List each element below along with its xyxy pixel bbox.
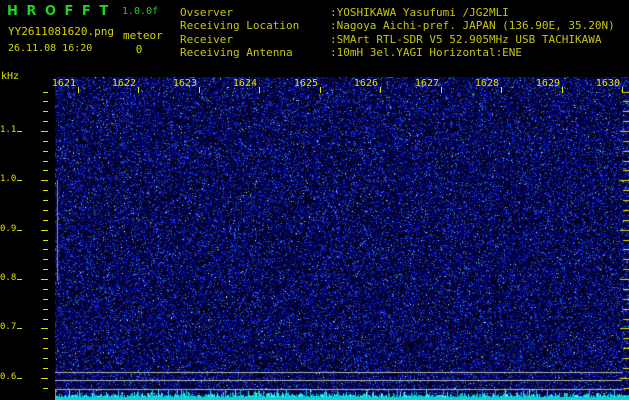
info-value: :10mH 3el.YAGI Horizontal:ENE — [330, 46, 523, 60]
time-axis-label: 1629 — [535, 78, 560, 89]
output-filename: YY2611081620.png — [8, 25, 114, 38]
freq-minor-tick — [43, 358, 48, 359]
freq-minor-tick — [43, 269, 48, 270]
time-axis-tick — [320, 87, 321, 93]
info-row: Receiving Location :Nagoya Aichi-pref. JA… — [180, 19, 615, 32]
time-axis-tick — [562, 87, 563, 93]
time-axis-label: 1630 — [595, 78, 620, 89]
freq-minor-tick — [43, 299, 48, 300]
freq-major-tick — [17, 378, 22, 379]
info-row: Receiver :SMArt RTL-SDR V5 52.905MHz USB … — [180, 33, 615, 46]
freq-major-tick — [17, 279, 22, 280]
freq-minor-tick — [41, 180, 48, 181]
time-axis-tick — [259, 87, 260, 93]
freq-minor-tick — [41, 328, 48, 329]
time-axis-tick — [441, 87, 442, 93]
freq-minor-tick — [41, 230, 48, 231]
freq-axis-label: 0.9 — [0, 224, 17, 234]
app-version: 1.0.0f — [122, 6, 159, 17]
info-label: Ovserver — [180, 6, 233, 19]
time-axis-label: 1627 — [414, 78, 439, 89]
freq-minor-tick — [43, 111, 48, 112]
freq-minor-tick — [43, 368, 48, 369]
freq-minor-tick — [43, 309, 48, 310]
freq-minor-tick — [43, 121, 48, 122]
meteor-counter-value: 0 — [135, 43, 143, 56]
time-axis-tick — [622, 87, 623, 93]
time-axis-label: 1623 — [172, 78, 197, 89]
meteor-counter-label: meteor — [123, 29, 163, 42]
time-axis-tick — [380, 87, 381, 93]
frequency-unit-label: kHz — [1, 71, 20, 82]
freq-axis-label: 0.8 — [0, 273, 17, 283]
freq-minor-tick — [43, 101, 48, 102]
info-row: Receiving Antenna :10mH 3el.YAGI Horizont… — [180, 46, 615, 59]
freq-minor-tick — [43, 220, 48, 221]
freq-minor-tick — [43, 141, 48, 142]
freq-axis-label: 0.6 — [0, 372, 17, 382]
time-axis-tick — [138, 87, 139, 93]
freq-major-tick — [17, 131, 22, 132]
time-axis-label: 1628 — [474, 78, 499, 89]
time-axis-label: 1624 — [232, 78, 257, 89]
time-axis-label: 1622 — [111, 78, 136, 89]
time-axis-label: 1625 — [293, 78, 318, 89]
freq-minor-tick — [41, 131, 48, 132]
freq-minor-tick — [43, 190, 48, 191]
spectrogram-canvas — [55, 77, 629, 400]
freq-axis-label: 1.0 — [0, 174, 17, 184]
freq-major-tick — [17, 328, 22, 329]
time-axis-tick — [501, 87, 502, 93]
freq-minor-tick — [43, 151, 48, 152]
info-label: Receiving Antenna — [180, 46, 293, 60]
observation-datetime: 26.11.08 16:20 — [8, 43, 93, 54]
freq-minor-tick — [43, 92, 48, 93]
app-title: H R O F F T — [7, 4, 111, 19]
time-axis-label: 1621 — [51, 78, 76, 89]
info-label: Receiver — [180, 32, 233, 46]
freq-minor-tick — [41, 279, 48, 280]
info-row: Ovserver :YOSHIKAWA Yasufumi /JG2MLI — [180, 6, 615, 19]
freq-minor-tick — [43, 338, 48, 339]
freq-minor-tick — [43, 348, 48, 349]
freq-major-tick — [17, 230, 22, 231]
freq-minor-tick — [43, 240, 48, 241]
freq-minor-tick — [43, 161, 48, 162]
freq-minor-tick — [41, 378, 48, 379]
freq-minor-tick — [43, 210, 48, 211]
freq-minor-tick — [43, 259, 48, 260]
hrofft-screen: H R O F F T 1.0.0f YY2611081620.png mete… — [0, 0, 629, 400]
info-value: :YOSHIKAWA Yasufumi /JG2MLI — [330, 6, 509, 19]
time-axis-tick — [78, 87, 79, 93]
freq-minor-tick — [43, 170, 48, 171]
freq-minor-tick — [43, 249, 48, 250]
station-info-table: Ovserver:YOSHIKAWA Yasufumi /JG2MLI Recei… — [180, 6, 615, 60]
time-axis-tick — [199, 87, 200, 93]
freq-minor-tick — [43, 388, 48, 389]
info-value: :Nagoya Aichi-pref. JAPAN (136.90E, 35.2… — [330, 19, 615, 33]
freq-minor-tick — [43, 319, 48, 320]
freq-axis-label: 1.1 — [0, 125, 17, 135]
info-value: :SMArt RTL-SDR V5 52.905MHz USB TACHIKAW… — [330, 32, 602, 46]
freq-minor-tick — [43, 289, 48, 290]
info-label: Receiving Location — [180, 19, 300, 33]
freq-major-tick — [17, 180, 22, 181]
freq-minor-tick — [43, 200, 48, 201]
freq-axis-label: 0.7 — [0, 322, 17, 332]
time-axis-label: 1626 — [353, 78, 378, 89]
